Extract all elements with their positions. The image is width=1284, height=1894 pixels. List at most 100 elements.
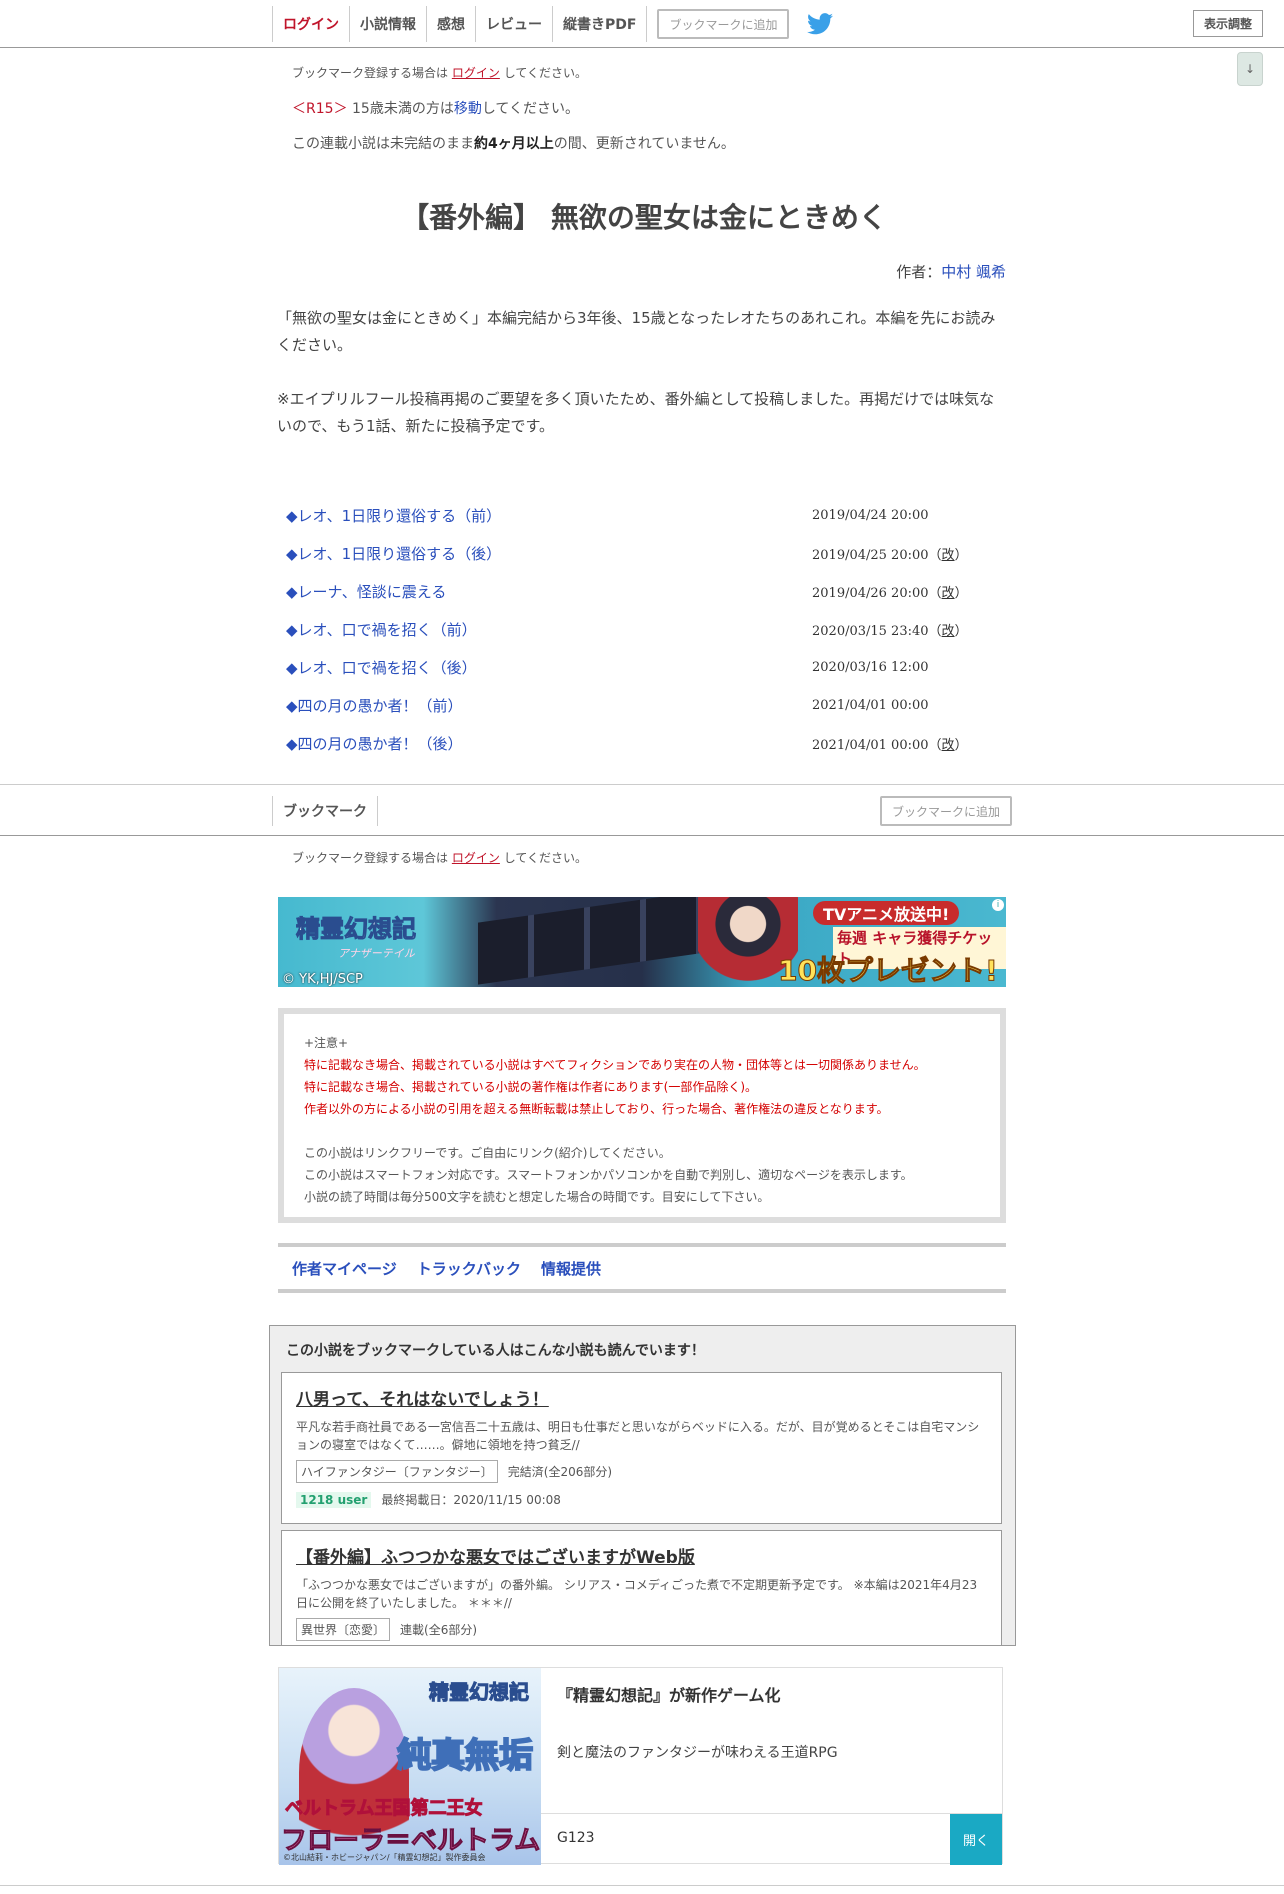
chapter-link[interactable]: ◆レオ、1日限り還俗する（後） (286, 543, 501, 564)
caution-heading: +注意+ (304, 1036, 349, 1050)
ad-tv-badge: TVアニメ放送中! (813, 901, 960, 925)
r15-tag: ＜R15＞ (292, 101, 348, 117)
synopsis: 「無欲の聖女は金にときめく」本編完結から3年後、15歳となったレオたちのあれこれ… (277, 309, 996, 435)
revised-link[interactable]: 改 (942, 738, 955, 753)
chapter-row: ◆レオ、1日限り還俗する（後） 2019/04/25 20:00（改） (286, 534, 1006, 572)
login-link-bottom[interactable]: ログイン (452, 851, 500, 865)
info-line: この小説はリンクフリーです。ご自由にリンク(紹介)してください。 (304, 1146, 671, 1160)
author-link[interactable]: 中村 颯希 (941, 263, 1006, 281)
native-ad: 精霊幻想記 純真無垢 ベルトラム王国第二王女 フローラ＝ベルトラム ©北山結莉・… (278, 1667, 1003, 1865)
chapter-link[interactable]: ◆四の月の愚か者！（前） (286, 695, 463, 716)
chapter-link[interactable]: ◆四の月の愚か者！（後） (286, 733, 463, 754)
recommendation-box: この小説をブックマークしている人はこんな小説も読んでいます！ 八男って、それはな… (269, 1325, 1016, 1646)
user-count-badge: 1218 user (296, 1491, 372, 1508)
chapter-row: ◆レオ、口で禍を招く（前） 2020/03/15 23:40（改） (286, 610, 1006, 648)
novel-title: 【番外編】 無欲の聖女は金にときめく (401, 201, 887, 234)
bookmark-login-note: ブックマーク登録する場合は ログイン してください。 (292, 66, 587, 80)
recommendation-title-link[interactable]: 【番外編】ふつつかな悪女ではございますがWeb版 (296, 1543, 713, 1568)
ad2-logo: 精霊幻想記 (429, 1680, 530, 1705)
recommendation-item: 八男って、それはないでしょう！ 平凡な若手商社員である一宮信吾二十五歳は、明日も… (281, 1372, 1002, 1524)
ad-logo-sub: アナザーテイル (338, 947, 415, 960)
ad-logo: 精霊幻想記 (296, 915, 417, 944)
chapter-row: ◆レーナ、怪談に震える 2019/04/26 20:00（改） (286, 572, 1006, 610)
recommendation-title-link[interactable]: 八男って、それはないでしょう！ (296, 1385, 567, 1410)
bookmark-bar: ブックマーク ブックマークに追加 (0, 784, 1284, 836)
chapter-row: ◆四の月の愚か者！（後） 2021/04/01 00:00（改） (286, 724, 1006, 762)
film-strip-image (478, 897, 728, 985)
hiatus-notice: この連載小説は未完結のまま約4ヶ月以上の間、更新されていません。 (292, 136, 735, 152)
recommendation-meta: ハイファンタジー〔ファンタジー〕 完結済(全206部分) (296, 1460, 987, 1483)
recommendation-meta: 異世界〔恋愛〕 連載(全6部分) (296, 1618, 987, 1641)
nav-impressions[interactable]: 感想 (427, 6, 476, 42)
native-ad-desc: 剣と魔法のファンタジーが味わえる王道RPG (557, 1745, 838, 1761)
chapter-date: 2021/04/01 00:00（改） (812, 737, 968, 753)
ad-present-text: 10枚プレゼント! (778, 954, 999, 988)
sponsor-name: G123 (557, 1830, 595, 1846)
chapter-link[interactable]: ◆レオ、口で禍を招く（前） (286, 619, 477, 640)
chapter-list: ◆レオ、1日限り還俗する（前） 2019/04/24 20:00 ◆レオ、1日限… (286, 496, 1006, 762)
scroll-down-button[interactable]: ↓ (1237, 52, 1263, 86)
last-updated: 最終掲載日：2020/11/15 00:08 (381, 1493, 561, 1507)
caution-line: 作者以外の方による小説の引用を超える無断転載は禁止しており、行った場合、著作権法… (304, 1102, 889, 1116)
bookmark-tab[interactable]: ブックマーク (272, 796, 378, 826)
ad2-credit: ©北山結莉・ホビージャパン/「精霊幻想記」製作委員会 (283, 1853, 486, 1862)
top-nav: ログイン 小説情報 感想 レビュー 縦書きPDF ブックマークに追加 表示調整 (0, 0, 1284, 48)
chapter-row: ◆レオ、1日限り還俗する（前） 2019/04/24 20:00 (286, 496, 1006, 534)
recommendation-desc: 「ふつつかな悪女ではございますが」の番外編。 シリアス・コメディごった煮で不定期… (296, 1578, 978, 1610)
chapter-date: 2019/04/24 20:00 (812, 507, 929, 523)
revised-link[interactable]: 改 (942, 624, 955, 639)
bookmark-login-note-bottom: ブックマーク登録する場合は ログイン してください。 (292, 851, 587, 865)
ad-info-icon[interactable]: i (992, 899, 1004, 911)
genre-tag[interactable]: 異世界〔恋愛〕 (296, 1618, 391, 1641)
revised-link[interactable]: 改 (942, 548, 955, 563)
twitter-icon[interactable] (807, 13, 834, 35)
add-bookmark-button-bottom[interactable]: ブックマークに追加 (880, 796, 1013, 826)
author-line: 作者：中村 颯希 (896, 263, 1006, 281)
author-mypage-link[interactable]: 作者マイページ (292, 1258, 397, 1279)
open-button[interactable]: 開く (950, 1814, 1002, 1865)
top-nav-items: ログイン 小説情報 感想 レビュー 縦書きPDF ブックマークに追加 (272, 6, 834, 42)
chapter-date: 2020/03/16 12:00 (812, 659, 929, 675)
nav-review[interactable]: レビュー (476, 6, 553, 42)
revised-link[interactable]: 改 (942, 586, 955, 601)
info-line: 小説の読了時間は毎分500文字を読むと想定した場合の時間です。目安にして下さい。 (304, 1190, 770, 1204)
bottom-divider (0, 1885, 1284, 1886)
nav-login[interactable]: ログイン (272, 6, 350, 42)
info-provide-link[interactable]: 情報提供 (541, 1258, 601, 1279)
chapter-link[interactable]: ◆レオ、1日限り還俗する（前） (286, 505, 501, 526)
caution-box: +注意+ 特に記載なき場合、掲載されている小説はすべてフィクションであり実在の人… (278, 1008, 1006, 1223)
native-ad-title[interactable]: 『精霊幻想記』が新作ゲーム化 (557, 1682, 781, 1706)
ad2-catchphrase: 純真無垢 (396, 1735, 534, 1777)
chapter-date: 2019/04/25 20:00（改） (812, 547, 968, 563)
native-ad-footer: G123 開く (541, 1813, 1002, 1865)
info-line: この小説はスマートフォン対応です。スマートフォンかパソコンかを自動で判別し、適切… (304, 1168, 913, 1182)
status-text: 連載(全6部分) (400, 1623, 478, 1637)
chapter-date: 2019/04/26 20:00（改） (812, 585, 968, 601)
login-link[interactable]: ログイン (452, 66, 500, 80)
chapter-row: ◆四の月の愚か者！（前） 2021/04/01 00:00 (286, 686, 1006, 724)
ad-banner[interactable]: 精霊幻想記 アナザーテイル TVアニメ放送中! 毎週 キャラ獲得チケット 10枚… (278, 897, 1006, 987)
recommendation-meta-2: 1218 user 最終掲載日：2020/11/15 00:08 (296, 1491, 987, 1508)
r15-notice: ＜R15＞ 15歳未満の方は移動してください。 (292, 101, 579, 117)
chapter-link[interactable]: ◆レオ、口で禍を招く（後） (286, 657, 477, 678)
add-bookmark-button[interactable]: ブックマークに追加 (657, 9, 790, 39)
trackback-link[interactable]: トラックバック (417, 1258, 521, 1279)
recommendation-heading: この小説をブックマークしている人はこんな小説も読んでいます！ (286, 1343, 705, 1359)
nav-vertical-pdf[interactable]: 縦書きPDF (553, 6, 648, 42)
status-text: 完結済(全206部分) (507, 1465, 613, 1479)
caution-line: 特に記載なき場合、掲載されている小説の著作権は作者にあります(一部作品除く)。 (304, 1080, 758, 1094)
display-settings-button[interactable]: 表示調整 (1193, 10, 1264, 37)
caution-line: 特に記載なき場合、掲載されている小説はすべてフィクションであり実在の人物・団体等… (304, 1058, 926, 1072)
nav-novel-info[interactable]: 小説情報 (350, 6, 427, 42)
native-ad-image[interactable]: 精霊幻想記 純真無垢 ベルトラム王国第二王女 フローラ＝ベルトラム ©北山結莉・… (279, 1668, 541, 1865)
chapter-date: 2021/04/01 00:00 (812, 697, 929, 713)
move-link[interactable]: 移動 (454, 101, 482, 117)
footer-links: 作者マイページ トラックバック 情報提供 (278, 1243, 1006, 1293)
recommendation-item: 【番外編】ふつつかな悪女ではございますがWeb版 「ふつつかな悪女ではございます… (281, 1530, 1002, 1645)
recommendation-desc: 平凡な若手商社員である一宮信吾二十五歳は、明日も仕事だと思いながらベッドに入る。… (296, 1420, 980, 1452)
chapter-row: ◆レオ、口で禍を招く（後） 2020/03/16 12:00 (286, 648, 1006, 686)
chapter-date: 2020/03/15 23:40（改） (812, 623, 968, 639)
genre-tag[interactable]: ハイファンタジー〔ファンタジー〕 (296, 1460, 498, 1483)
chapter-link[interactable]: ◆レーナ、怪談に震える (286, 581, 446, 602)
ad2-princess-text: ベルトラム王国第二王女 (284, 1798, 483, 1820)
